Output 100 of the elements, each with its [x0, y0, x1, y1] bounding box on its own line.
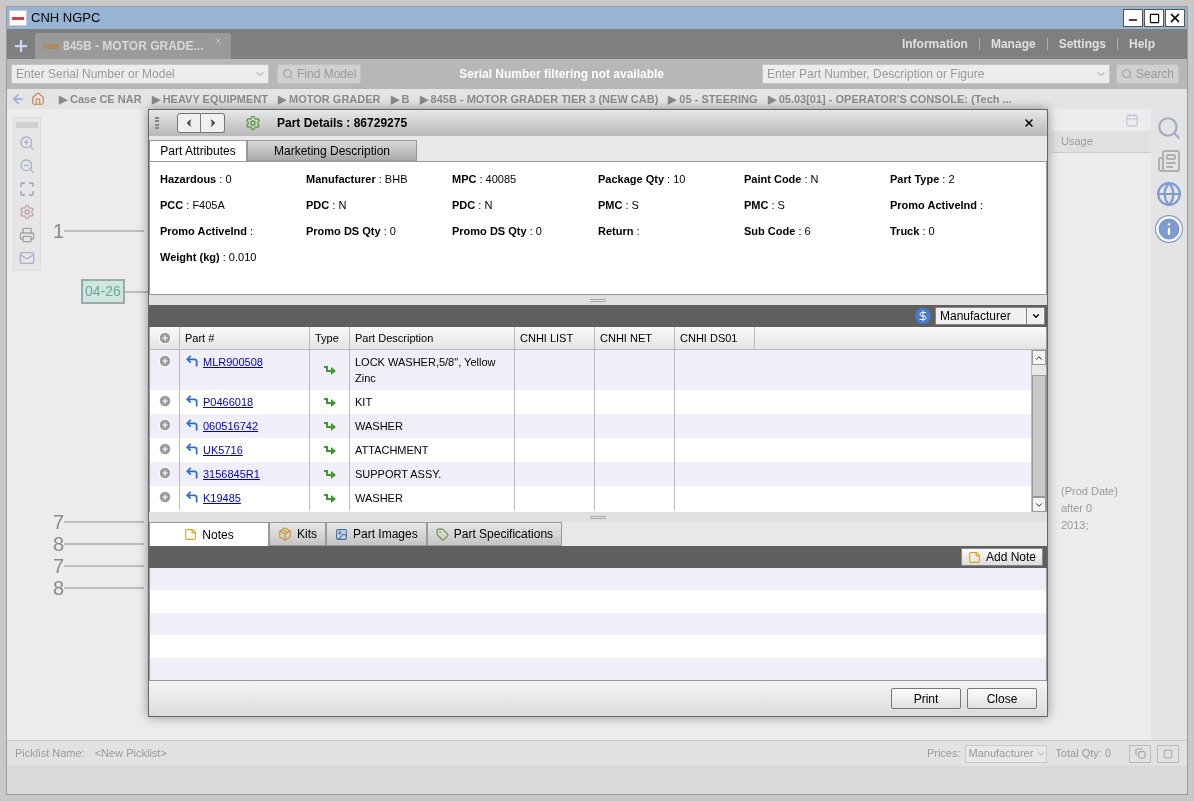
scrollbar[interactable] — [1031, 350, 1046, 512]
part-number-link[interactable]: MLR900508 — [203, 354, 263, 371]
dialog-button[interactable]: Print — [891, 688, 961, 709]
attribute-tab[interactable]: Marketing Description — [247, 140, 417, 161]
home-icon[interactable] — [31, 92, 45, 106]
minimize-button[interactable] — [1123, 9, 1143, 27]
zoom-out-icon[interactable] — [19, 158, 35, 174]
newspaper-icon[interactable] — [1157, 149, 1181, 173]
callout-number: 7 — [53, 512, 65, 532]
attribute: Promo ActiveInd : — [890, 198, 985, 213]
filter-note: Serial Number filtering not available — [458, 66, 666, 83]
next-button[interactable] — [201, 113, 225, 133]
detail-tab[interactable]: Part Specifications — [426, 522, 563, 546]
zoom-in-icon[interactable] — [19, 135, 35, 151]
print-icon[interactable] — [19, 227, 35, 243]
usage-text: (Prod Date) after 0 2013; — [1060, 484, 1119, 533]
expand-icon[interactable] — [157, 490, 172, 504]
close-button[interactable] — [1165, 9, 1185, 27]
link-arrow-icon[interactable] — [185, 418, 199, 432]
box-icon — [278, 527, 292, 541]
part-number-link[interactable]: UK5716 — [203, 442, 243, 459]
attribute: PDC : N — [452, 198, 494, 213]
expand-icon[interactable] — [157, 442, 172, 456]
detail-tab[interactable]: Notes — [149, 522, 269, 546]
note-icon — [967, 550, 981, 564]
attribute-tab[interactable]: Part Attributes — [149, 140, 247, 161]
globe-icon[interactable] — [1156, 181, 1182, 207]
info-icon[interactable] — [1155, 215, 1183, 243]
window-icon — [1163, 748, 1173, 759]
part-description: WASHER — [355, 492, 403, 504]
part-number-link[interactable]: 3156845R1 — [203, 466, 260, 483]
part-description: LOCK WASHER,5/8", Yellow Zinc — [355, 356, 496, 384]
copy-button[interactable] — [1129, 744, 1151, 763]
tab-label: 845B - MOTOR GRADE... — [63, 38, 204, 55]
part-number-link[interactable]: P0466018 — [203, 394, 254, 411]
attribute: Promo DS Qty : 0 — [306, 224, 397, 239]
expand-all-icon[interactable] — [157, 331, 172, 345]
picklist-label: Picklist Name: — [15, 746, 85, 762]
attribute: PMC : S — [744, 198, 786, 213]
right-arrow-icon — [322, 444, 337, 456]
window-button[interactable] — [1157, 744, 1179, 763]
column-header[interactable]: CNHI LIST — [515, 327, 595, 349]
detail-tab[interactable]: Kits — [269, 522, 326, 546]
close-tab-icon[interactable] — [213, 36, 224, 46]
column-header: Usage — [1051, 131, 1151, 153]
dropdown-icon[interactable] — [1030, 311, 1041, 321]
window-title: CNH NGPC — [31, 9, 101, 28]
column-header[interactable]: Part # — [180, 327, 310, 349]
close-icon[interactable] — [1023, 117, 1035, 129]
expand-icon[interactable] — [157, 418, 172, 432]
link-arrow-icon[interactable] — [185, 354, 199, 368]
maximize-button[interactable] — [1144, 9, 1164, 27]
part-number-link[interactable]: K19485 — [203, 490, 241, 507]
detail-tab[interactable]: Part Images — [326, 522, 427, 546]
attribute: Sub Code : 6 — [744, 224, 812, 239]
part-description: WASHER — [355, 420, 403, 432]
part-description: SUPPORT ASSY. — [355, 468, 442, 480]
attribute: PDC : N — [306, 198, 348, 213]
expand-icon[interactable] — [157, 354, 172, 368]
expand-icon[interactable] — [157, 466, 172, 480]
callout-number: 8 — [53, 534, 65, 554]
calendar-icon[interactable] — [1125, 113, 1139, 127]
column-header[interactable]: Part Description — [350, 327, 515, 349]
link-arrow-icon[interactable] — [185, 490, 199, 504]
column-header[interactable]: Type — [310, 327, 350, 349]
close-icon — [1168, 11, 1182, 25]
attribute: Package Qty : 10 — [598, 172, 687, 187]
dialog-button[interactable]: Close — [967, 688, 1037, 709]
column-header[interactable]: CNHI NET — [595, 327, 675, 349]
add-note-button[interactable]: Add Note — [960, 548, 1043, 566]
link-arrow-icon[interactable] — [185, 394, 199, 408]
dialog-title: Part Details : 86729275 — [277, 115, 408, 132]
search-icon[interactable] — [1156, 115, 1182, 141]
attribute: Paint Code : N — [744, 172, 820, 187]
attribute: Return : — [598, 224, 641, 239]
back-icon[interactable] — [11, 92, 25, 106]
previous-button[interactable] — [177, 113, 201, 133]
prices-label: Prices: — [926, 746, 961, 762]
right-arrow-icon — [322, 364, 337, 376]
attribute: MPC : 40085 — [452, 172, 518, 187]
fit-icon[interactable] — [19, 181, 35, 197]
right-arrow-icon — [322, 492, 337, 504]
tag-icon — [435, 527, 449, 541]
callout-tag: 04-26 — [81, 279, 125, 304]
link-arrow-icon[interactable] — [185, 466, 199, 480]
search-icon — [1120, 68, 1133, 80]
expand-icon[interactable] — [157, 394, 172, 408]
maximize-icon — [1148, 12, 1160, 24]
column-header[interactable]: CNHI DS01 — [675, 327, 755, 349]
callout-number: 7 — [53, 556, 65, 576]
drag-handle-icon[interactable] — [155, 117, 159, 129]
gear-icon — [245, 115, 261, 131]
link-arrow-icon[interactable] — [185, 442, 199, 456]
mail-icon[interactable] — [19, 250, 35, 266]
attribute: Weight (kg) : 0.010 — [160, 250, 258, 265]
attribute: PCC : F405A — [160, 198, 226, 213]
note-icon — [184, 528, 198, 541]
part-number-link[interactable]: 060516742 — [203, 418, 259, 435]
price-select[interactable]: Manufacturer — [935, 307, 1045, 325]
image-icon — [335, 527, 348, 541]
